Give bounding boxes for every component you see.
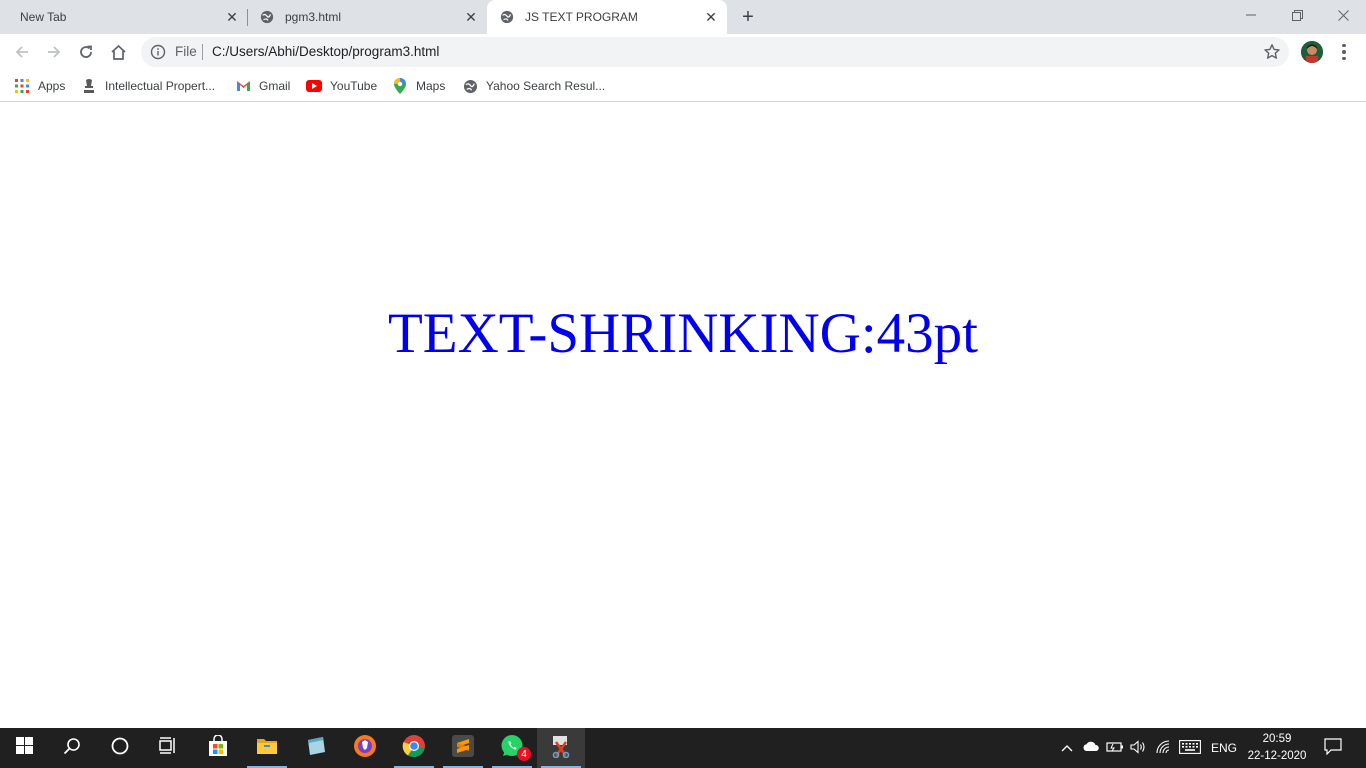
home-button[interactable] [104,38,132,66]
notepad-app[interactable] [292,728,340,768]
battery-tray-button[interactable] [1104,728,1126,768]
bookmark-label: YouTube [330,79,378,93]
snipping-tool-app[interactable] [537,728,585,768]
minimize-button[interactable] [1228,0,1274,30]
onedrive-tray-button[interactable] [1080,728,1102,768]
shrinking-text: TEXT-SHRINKING:43pt [387,302,979,365]
profile-avatar[interactable] [1301,41,1323,63]
apps-grid-icon [14,78,30,94]
windows-taskbar: 4 ENG 20:59 22-12-2020 [0,728,1366,768]
notepad-icon [305,736,327,761]
close-window-button[interactable] [1320,0,1366,30]
clock-date: 22-12-2020 [1247,750,1307,762]
globe-icon [499,9,515,25]
store-app[interactable] [194,728,242,768]
chrome-icon [402,734,426,763]
restore-button[interactable] [1274,0,1320,30]
maps-pin-icon [392,78,408,94]
whatsapp-app[interactable]: 4 [488,728,536,768]
more-menu-icon[interactable] [1334,40,1354,64]
tab-label: pgm3.html [285,10,342,24]
bookmark-label: Apps [38,79,66,93]
bookmark-star-icon[interactable] [1263,43,1281,61]
info-icon[interactable] [150,44,166,60]
unread-badge: 4 [517,747,531,761]
wifi-icon [1156,739,1172,757]
emblem-icon [81,78,97,94]
omnibox-divider [202,44,203,60]
chrome-app[interactable] [390,728,438,768]
tab-label: JS TEXT PROGRAM [525,10,638,24]
bookmark-label: Gmail [259,79,291,93]
keyboard-icon [1179,739,1201,757]
youtube-icon [306,78,322,94]
action-center-button[interactable] [1318,728,1348,768]
url-text[interactable]: C:/Users/Abhi/Desktop/program3.html [212,44,439,59]
speaker-icon [1130,739,1148,757]
sublime-app[interactable] [439,728,487,768]
show-hidden-icons-button[interactable] [1056,728,1078,768]
bookmark-apps[interactable]: Apps [14,76,65,96]
notification-icon [1324,738,1342,758]
tab-strip: New Tab ✕ pgm3.html ✕ JS TEXT PROGRAM ✕ … [0,0,1366,34]
reload-button[interactable] [72,38,100,66]
battery-icon [1106,741,1124,756]
volume-tray-button[interactable] [1128,728,1150,768]
bookmark-maps[interactable]: Maps [392,76,445,96]
bookmark-label: Intellectual Propert... [105,79,216,93]
search-icon [63,737,81,760]
bookmark-youtube[interactable]: YouTube [306,76,377,96]
start-button[interactable] [0,728,48,768]
page-viewport: TEXT-SHRINKING:43pt [0,103,1366,728]
bookmark-gmail[interactable]: Gmail [235,76,290,96]
close-icon[interactable]: ✕ [703,9,719,25]
store-bag-icon [207,733,229,762]
task-view-icon [159,737,177,759]
close-icon[interactable]: ✕ [224,9,240,25]
system-clock[interactable]: 20:59 22-12-2020 [1244,731,1310,765]
snipping-icon [550,734,572,763]
windows-logo-icon [15,737,33,759]
cloud-icon [1082,741,1100,755]
forward-button[interactable] [40,38,68,66]
search-button[interactable] [48,728,96,768]
chevron-up-icon [1061,741,1073,755]
tab-pgm3[interactable]: pgm3.html ✕ [251,0,487,34]
scheme-label: File [175,44,197,59]
new-tab-button[interactable]: + [736,5,760,29]
touch-keyboard-button[interactable] [1177,728,1203,768]
lion-shield-icon [353,734,377,763]
bookmark-label: Yahoo Search Resul... [486,79,606,93]
input-language-button[interactable]: ENG [1207,728,1241,768]
folder-icon [256,737,278,760]
circle-icon [111,737,129,760]
cortana-button[interactable] [96,728,144,768]
tab-js-text-program[interactable]: JS TEXT PROGRAM ✕ [487,0,727,34]
sublime-icon [452,734,474,762]
address-bar[interactable]: File C:/Users/Abhi/Desktop/program3.html [141,37,1289,67]
network-tray-button[interactable] [1152,728,1176,768]
task-view-button[interactable] [144,728,192,768]
brave-app[interactable] [341,728,389,768]
file-explorer-app[interactable] [243,728,291,768]
gmail-icon [235,78,251,94]
globe-icon [462,78,478,94]
bookmarks-bar: Apps Intellectual Propert... Gmail YouTu… [0,70,1366,102]
bookmark-yahoo-search[interactable]: Yahoo Search Resul... [462,76,605,96]
tab-new-tab[interactable]: New Tab ✕ [12,0,248,34]
bookmark-label: Maps [416,79,446,93]
browser-toolbar: File C:/Users/Abhi/Desktop/program3.html [0,34,1366,70]
clock-time: 20:59 [1262,733,1292,745]
tab-divider [247,9,248,26]
globe-icon [259,9,275,25]
back-button[interactable] [8,38,36,66]
bookmark-intellectual-property[interactable]: Intellectual Propert... [81,76,215,96]
tab-label: New Tab [20,10,67,24]
close-icon[interactable]: ✕ [463,9,479,25]
language-label: ENG [1210,741,1237,755]
